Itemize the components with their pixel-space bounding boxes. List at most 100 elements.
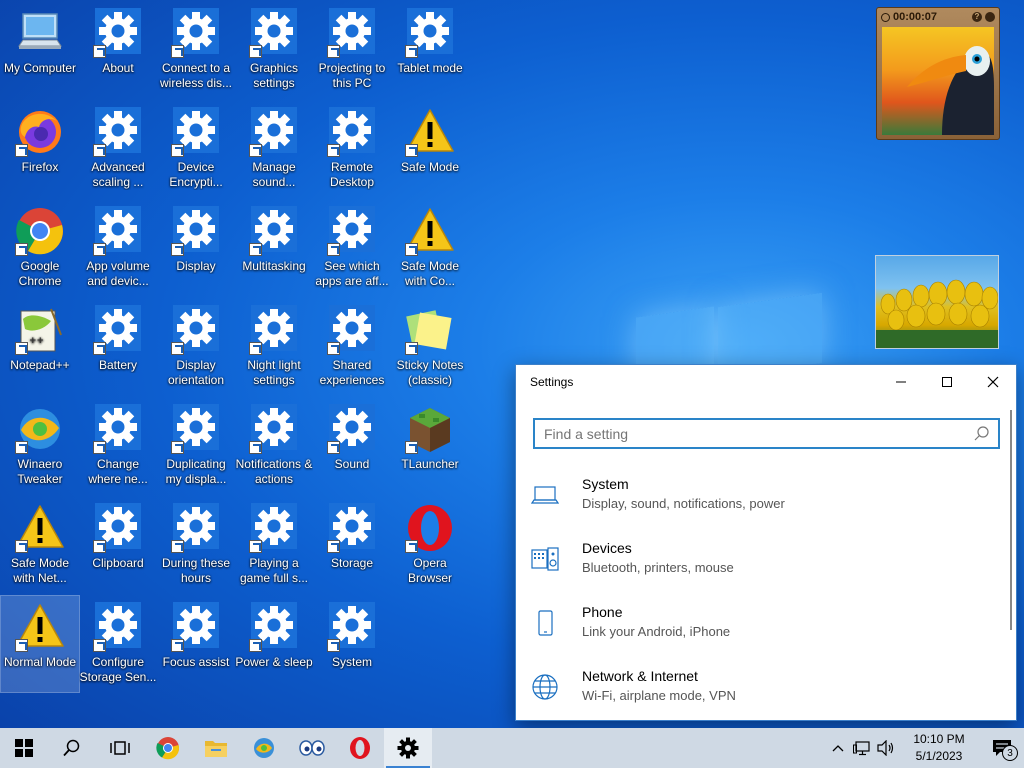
desktop-icon-system[interactable]: System bbox=[313, 596, 391, 692]
desktop-icon-label: Graphics settings bbox=[249, 61, 299, 90]
desktop-icon-advanced-scaling[interactable]: Advanced scaling ... bbox=[79, 101, 157, 197]
desktop-icon-duplicating-my-displa[interactable]: Duplicating my displa... bbox=[157, 398, 235, 494]
task-view-button[interactable] bbox=[96, 728, 144, 768]
desktop-icon-about[interactable]: About bbox=[79, 2, 157, 98]
taskbar-clock[interactable]: 10:10 PM 5/1/2023 bbox=[906, 731, 972, 765]
desktop-icon-display-orientation[interactable]: Display orientation bbox=[157, 299, 235, 395]
clock-time: 10:10 PM bbox=[913, 732, 965, 746]
desktop-icon-label: Advanced scaling ... bbox=[91, 160, 145, 189]
start-button[interactable] bbox=[0, 728, 48, 768]
gear-icon bbox=[171, 404, 221, 454]
keyboard-speaker-icon bbox=[531, 545, 559, 573]
taskbar-file-explorer[interactable] bbox=[192, 728, 240, 768]
desktop-icon-battery[interactable]: Battery bbox=[79, 299, 157, 395]
desktop-icon-opera-browser[interactable]: Opera Browser bbox=[391, 497, 469, 593]
settings-category-devices[interactable]: Devices Bluetooth, printers, mouse bbox=[516, 529, 1006, 593]
desktop-icon-change-where-ne[interactable]: Change where ne... bbox=[79, 398, 157, 494]
taskbar-winaero[interactable] bbox=[240, 728, 288, 768]
desktop-icon-notifications-actions[interactable]: Notifications & actions bbox=[235, 398, 313, 494]
settings-category-system[interactable]: System Display, sound, notifications, po… bbox=[516, 465, 1006, 529]
desktop-icon-safe-mode-with-net[interactable]: Safe Mode with Net... bbox=[1, 497, 79, 593]
shortcut-arrow-icon bbox=[327, 540, 340, 553]
desktop-icon-label: Battery bbox=[98, 358, 137, 372]
desktop-icon-normal-mode[interactable]: Normal Mode bbox=[0, 595, 80, 693]
desktop-icon-manage-sound[interactable]: Manage sound... bbox=[235, 101, 313, 197]
desktop-icon-shared-experiences[interactable]: Shared experiences bbox=[313, 299, 391, 395]
desktop-icon-label: Change where ne... bbox=[88, 457, 148, 486]
taskbar-chrome[interactable] bbox=[144, 728, 192, 768]
desktop-icon-safe-mode-with-co[interactable]: Safe Mode with Co... bbox=[391, 200, 469, 296]
winaero-icon bbox=[254, 738, 274, 758]
desktop-icon-focus-assist[interactable]: Focus assist bbox=[157, 596, 235, 692]
desktop-icon-label: Tablet mode bbox=[397, 61, 463, 75]
laptop-icon bbox=[530, 481, 560, 509]
close-button[interactable] bbox=[970, 365, 1016, 399]
desktop-icon-label: Configure Storage Sen... bbox=[79, 655, 157, 684]
search-icon[interactable] bbox=[972, 424, 992, 444]
desktop-icon-safe-mode[interactable]: Safe Mode bbox=[391, 101, 469, 197]
task-view-icon bbox=[110, 741, 130, 755]
settings-window[interactable]: Settings System Display, sound, notifica… bbox=[515, 364, 1017, 721]
scrollbar[interactable] bbox=[1010, 410, 1012, 630]
settings-category-phone[interactable]: Phone Link your Android, iPhone bbox=[516, 593, 1006, 657]
desktop-icon-device-encrypti[interactable]: Device Encrypti... bbox=[157, 101, 235, 197]
desktop-icon-sound[interactable]: Sound bbox=[313, 398, 391, 494]
desktop-icon-storage[interactable]: Storage bbox=[313, 497, 391, 593]
desktop-icon-label: Playing a game full s... bbox=[239, 556, 309, 585]
shortcut-arrow-icon bbox=[249, 243, 262, 256]
desktop-icon-graphics-settings[interactable]: Graphics settings bbox=[235, 2, 313, 98]
desktop-icon-notepad[interactable]: ++ Notepad++ bbox=[1, 299, 79, 395]
warning-icon bbox=[405, 206, 455, 256]
gear-icon bbox=[327, 305, 377, 355]
desktop-icon-configure-storage-sen[interactable]: Configure Storage Sen... bbox=[79, 596, 157, 692]
taskbar-settings[interactable] bbox=[384, 728, 432, 768]
maximize-button[interactable] bbox=[924, 365, 970, 399]
shortcut-arrow-icon bbox=[15, 144, 28, 157]
desktop-icon-sticky-notes-classic[interactable]: Sticky Notes (classic) bbox=[391, 299, 469, 395]
shortcut-arrow-icon bbox=[171, 45, 184, 58]
shortcut-arrow-icon bbox=[171, 540, 184, 553]
clock-gadget[interactable]: 00:00:07 ? bbox=[876, 7, 1000, 140]
shortcut-arrow-icon bbox=[405, 144, 418, 157]
desktop-icon-app-volume-and-devic[interactable]: App volume and devic... bbox=[79, 200, 157, 296]
category-description: Bluetooth, printers, mouse bbox=[582, 560, 734, 575]
settings-icon[interactable] bbox=[985, 12, 995, 22]
desktop-icon-label: See which apps are aff... bbox=[315, 259, 389, 288]
search-box[interactable] bbox=[533, 418, 1000, 449]
help-icon[interactable]: ? bbox=[972, 12, 982, 22]
desktop-icon-label: Duplicating my displa... bbox=[165, 457, 227, 486]
desktop-icon-clipboard[interactable]: Clipboard bbox=[79, 497, 157, 593]
tray-overflow-button[interactable] bbox=[826, 728, 850, 768]
desktop-icon-playing-a-game-full-s[interactable]: Playing a game full s... bbox=[235, 497, 313, 593]
desktop-icon-tlauncher[interactable]: TLauncher bbox=[391, 398, 469, 494]
desktop-icon-tablet-mode[interactable]: Tablet mode bbox=[391, 2, 469, 98]
gear-icon bbox=[249, 206, 299, 256]
desktop-icon-remote-desktop[interactable]: Remote Desktop bbox=[313, 101, 391, 197]
desktop-icon-google-chrome[interactable]: Google Chrome bbox=[1, 200, 79, 296]
search-button[interactable] bbox=[48, 728, 96, 768]
desktop-icon-projecting-to-this-pc[interactable]: Projecting to this PC bbox=[313, 2, 391, 98]
volume-button[interactable] bbox=[874, 728, 898, 768]
shortcut-arrow-icon bbox=[327, 144, 340, 157]
desktop-icon-during-these-hours[interactable]: During these hours bbox=[157, 497, 235, 593]
action-center-button[interactable]: 3 bbox=[980, 728, 1024, 768]
network-button[interactable] bbox=[850, 728, 874, 768]
desktop-icon-label: Clipboard bbox=[92, 556, 144, 570]
desktop-icon-connect-to-a-wireless-dis[interactable]: Connect to a wireless dis... bbox=[157, 2, 235, 98]
desktop-icon-firefox[interactable]: Firefox bbox=[1, 101, 79, 197]
minimize-button[interactable] bbox=[878, 365, 924, 399]
desktop-icon-multitasking[interactable]: Multitasking bbox=[235, 200, 313, 296]
desktop-icon-winaero-tweaker[interactable]: Winaero Tweaker bbox=[1, 398, 79, 494]
svg-text:++: ++ bbox=[29, 336, 44, 346]
photo-gadget[interactable] bbox=[875, 255, 999, 349]
desktop-icon-display[interactable]: Display bbox=[157, 200, 235, 296]
search-input[interactable] bbox=[544, 425, 972, 442]
desktop-icon-power-sleep[interactable]: Power & sleep bbox=[235, 596, 313, 692]
taskbar-opera[interactable] bbox=[336, 728, 384, 768]
desktop-icon-night-light-settings[interactable]: Night light settings bbox=[235, 299, 313, 395]
desktop-icon-my-computer[interactable]: My Computer bbox=[1, 2, 79, 98]
shortcut-arrow-icon bbox=[249, 45, 262, 58]
taskbar-eyes[interactable] bbox=[288, 728, 336, 768]
desktop-icon-see-which-apps-are-aff[interactable]: See which apps are aff... bbox=[313, 200, 391, 296]
settings-category-network-internet[interactable]: Network & Internet Wi-Fi, airplane mode,… bbox=[516, 657, 1006, 721]
